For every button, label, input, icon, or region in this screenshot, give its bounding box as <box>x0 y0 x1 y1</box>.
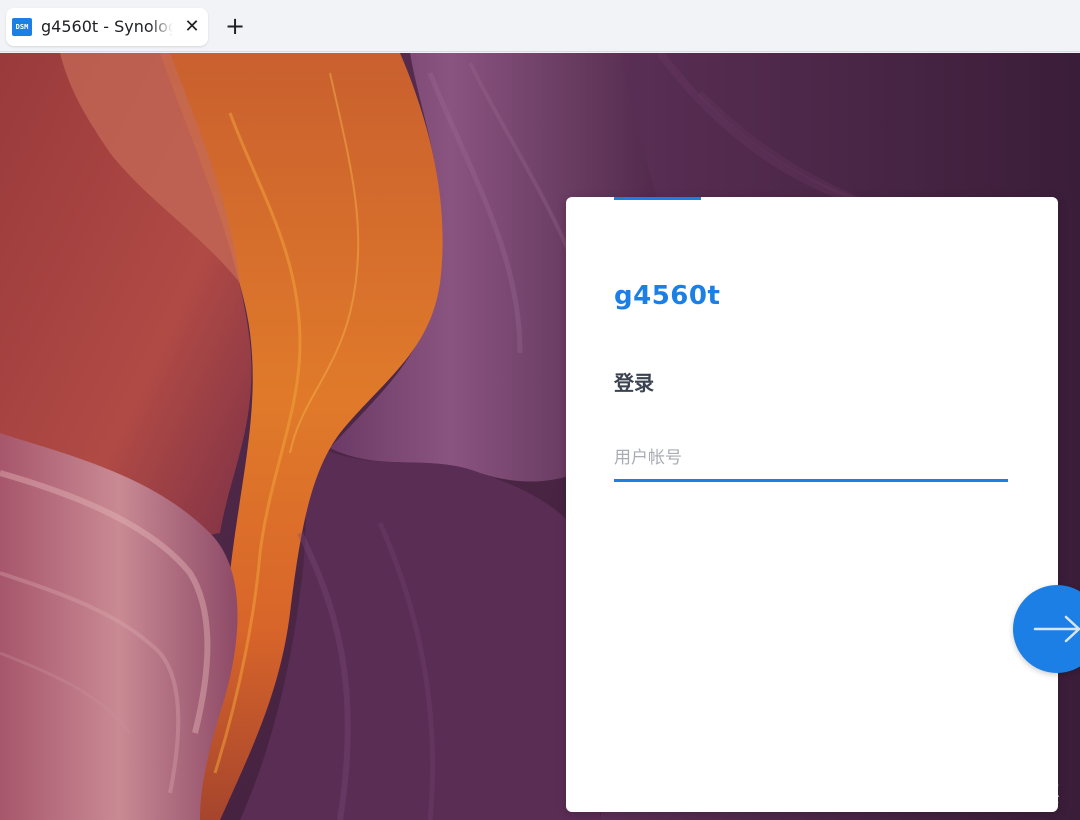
watermark-text: 什么值得买 <box>950 783 1061 808</box>
login-card: g4560t 登录 <box>566 197 1058 812</box>
browser-window: DSM g4560t - Synology ✕ + g4560t 登录 用户帐号… <box>0 0 1080 820</box>
watermark: 什么值得买 <box>912 775 1060 811</box>
smzdm-logo-icon <box>914 779 942 807</box>
tab-close-icon[interactable]: ✕ <box>182 17 202 37</box>
login-heading: 登录 <box>614 371 654 395</box>
tab-strip: DSM g4560t - Synology ✕ + <box>0 0 1080 52</box>
server-name: g4560t <box>614 281 721 311</box>
new-tab-button[interactable]: + <box>222 14 248 40</box>
tab-synology[interactable]: DSM g4560t - Synology ✕ <box>6 8 208 46</box>
arrow-right-icon <box>1033 615 1080 643</box>
card-accent-bar <box>614 197 701 200</box>
login-page: g4560t 登录 什么值得买 <box>0 53 1080 820</box>
dsm-favicon-icon: DSM <box>12 18 32 36</box>
tab-title: g4560t - Synology <box>41 17 173 36</box>
username-input[interactable] <box>614 437 1008 482</box>
